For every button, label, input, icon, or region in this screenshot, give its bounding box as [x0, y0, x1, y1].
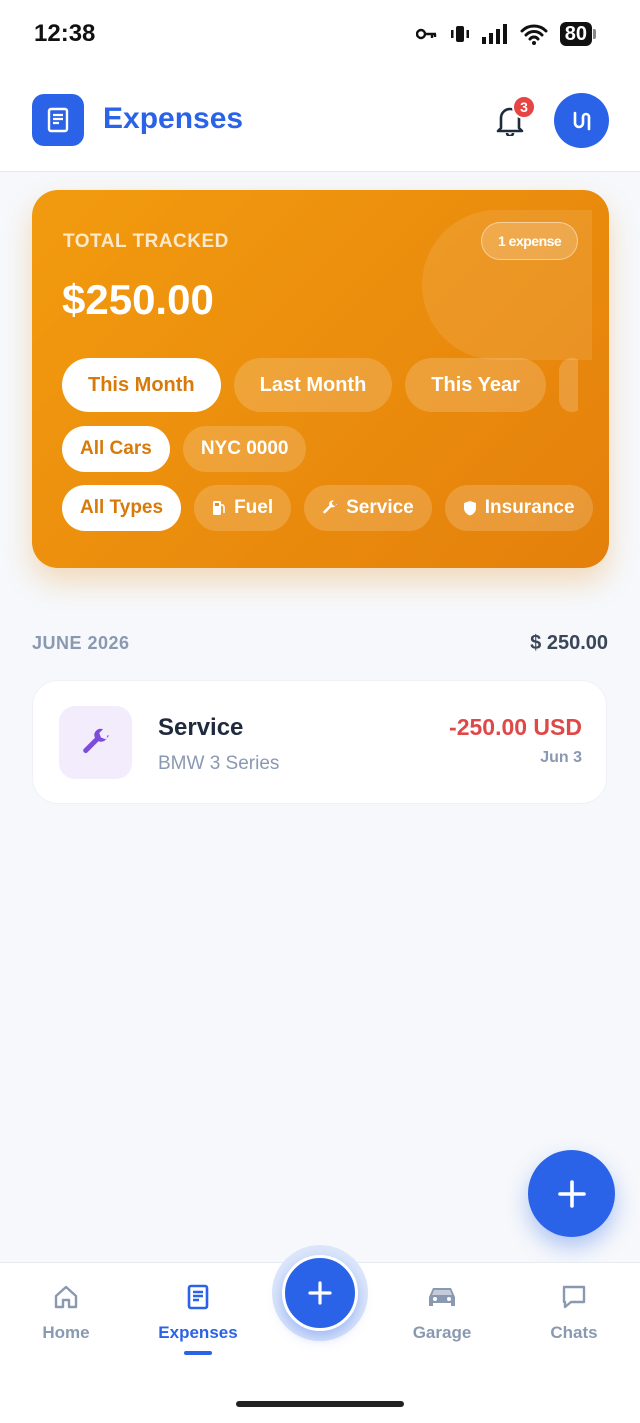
- filter-more-chip[interactable]: [558, 358, 578, 412]
- page-title: Expenses: [103, 102, 244, 135]
- nav-garage-label: Garage: [412, 1323, 472, 1342]
- shield-icon: [463, 501, 476, 516]
- wrench-icon: [323, 500, 338, 514]
- key-icon: [415, 28, 436, 40]
- add-expense-button[interactable]: [528, 1150, 615, 1237]
- plus-icon: [308, 1281, 332, 1305]
- car-filter-row: All Cars NYC 0000: [62, 426, 307, 472]
- signal-icon: [481, 24, 507, 44]
- battery-indicator: 80: [559, 22, 596, 46]
- month-group-label: JUNE 2026: [32, 633, 130, 653]
- expense-date: Jun 3: [540, 749, 582, 766]
- user-monogram-icon: [573, 111, 590, 130]
- filter-fuel[interactable]: Fuel: [194, 485, 292, 531]
- active-tab-indicator: [184, 1351, 212, 1355]
- filter-this-month[interactable]: This Month: [62, 358, 221, 412]
- nav-chats-label: Chats: [550, 1323, 598, 1342]
- nav-home[interactable]: Home: [6, 1283, 126, 1343]
- battery-tip: [593, 29, 596, 39]
- battery-level: 80: [559, 22, 592, 46]
- expense-amount: -250.00 USD: [449, 714, 582, 740]
- nav-chats[interactable]: Chats: [514, 1283, 634, 1343]
- filter-this-year[interactable]: This Year: [405, 358, 546, 412]
- chat-icon: [562, 1285, 586, 1309]
- wrench-icon: [59, 706, 132, 779]
- status-bar: 12:38 80: [0, 0, 640, 70]
- nav-expenses[interactable]: Expenses: [138, 1283, 258, 1355]
- period-filter-row: This Month Last Month This Year: [62, 358, 578, 412]
- vibrate-icon: [450, 26, 469, 42]
- filter-insurance[interactable]: Insurance: [444, 485, 593, 531]
- month-group-total: $ 250.00: [530, 632, 608, 654]
- bottom-navigation: Home Expenses Garage Chats: [0, 1245, 640, 1423]
- nav-home-label: Home: [42, 1323, 90, 1342]
- wifi-icon: [520, 24, 548, 45]
- receipt-icon: [187, 1284, 209, 1310]
- type-filter-row: All Types Fuel Service Insurance: [62, 485, 593, 531]
- status-time: 12:38: [34, 20, 96, 47]
- filter-last-month[interactable]: Last Month: [233, 358, 393, 412]
- total-label: TOTAL TRACKED: [63, 231, 229, 252]
- nav-garage[interactable]: Garage: [382, 1283, 502, 1343]
- home-indicator: [236, 1401, 404, 1407]
- expense-count-badge: 1 expense: [481, 222, 579, 260]
- avatar[interactable]: [554, 93, 609, 148]
- filter-service-label: Service: [346, 497, 414, 518]
- filter-insurance-label: Insurance: [484, 497, 575, 518]
- total-amount: $250.00: [62, 276, 214, 323]
- app-header: Expenses 3: [0, 70, 640, 172]
- status-icons: 80: [415, 22, 596, 46]
- filter-all-types[interactable]: All Types: [62, 485, 182, 531]
- plus-icon: [557, 1179, 586, 1208]
- home-icon: [54, 1285, 78, 1309]
- car-icon: [429, 1288, 455, 1306]
- total-summary-card: TOTAL TRACKED 1 expense $250.00 This Mon…: [32, 190, 609, 568]
- receipt-icon: [32, 94, 84, 146]
- fuel-icon: [213, 501, 225, 515]
- nav-add-button-inner: [282, 1255, 358, 1331]
- filter-service[interactable]: Service: [304, 485, 432, 531]
- expense-list-item[interactable]: Service BMW 3 Series -250.00 USD Jun 3: [32, 680, 607, 804]
- filter-all-cars[interactable]: All Cars: [62, 426, 170, 472]
- filter-fuel-label: Fuel: [234, 497, 274, 518]
- nav-add-button[interactable]: [272, 1245, 368, 1341]
- filter-car-nyc[interactable]: NYC 0000: [182, 426, 307, 472]
- expense-title: Service: [158, 714, 244, 741]
- expense-vehicle: BMW 3 Series: [158, 753, 280, 774]
- notification-badge: 3: [512, 95, 536, 119]
- nav-expenses-label: Expenses: [158, 1323, 238, 1342]
